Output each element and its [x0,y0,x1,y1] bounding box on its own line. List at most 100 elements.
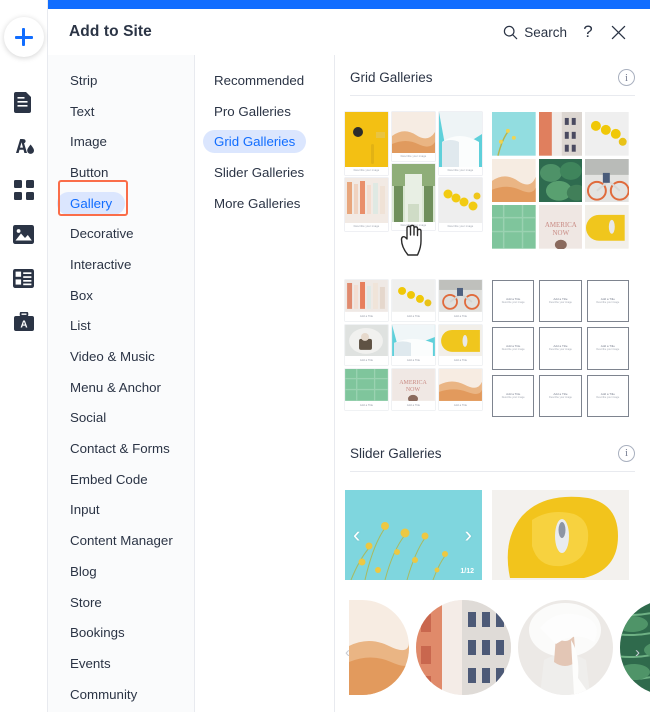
masonry-item: Describe your image [439,112,482,175]
titled-grid-preview: Add a Title Add a Title Add a Title Add … [345,280,482,410]
sidebar-item-events[interactable]: Events [48,648,194,679]
section-header-grid-galleries: Grid Galleries i [335,69,650,86]
thumbnail-image [439,112,482,167]
thumbnail-image [492,205,536,250]
gallery-card-titled-grid[interactable]: Add a Title Add a Title Add a Title Add … [345,280,482,417]
content-manager-icon[interactable] [0,256,48,300]
pages-icon[interactable] [0,80,48,124]
category-label: Content Manager [70,533,173,549]
tab-pro-galleries[interactable]: Pro Galleries [195,96,334,127]
add-to-site-panel: A Add to Site Search ? Strip Text Image … [0,0,650,712]
thumbnail-image [518,599,613,695]
sidebar-item-social[interactable]: Social [48,403,194,434]
slider-prev-arrow[interactable]: ‹ [353,523,360,546]
titled-grid-item: Add a Title [392,280,435,321]
gallery-card-framed-grid[interactable]: Add a Title Describe your image Add a Tit… [492,280,629,417]
sidebar-item-button[interactable]: Button [48,157,194,188]
titled-grid-item: Add a Title [345,280,388,321]
titled-grid-item: Add a Title [345,369,388,410]
tab-more-galleries[interactable]: More Galleries [195,188,334,219]
category-label: Button [70,164,109,180]
thumbnail-image [349,599,409,695]
search-button[interactable]: Search [497,21,573,44]
thumbnail-caption: Describe your image [400,223,427,227]
sidebar-item-contact-forms[interactable]: Contact & Forms [48,433,194,464]
category-label: Video & Music [70,349,155,365]
thumbnail-image [538,158,583,203]
thumbnail-caption: Describe your image [353,224,380,228]
info-icon[interactable]: i [618,69,635,86]
info-icon[interactable]: i [618,444,635,462]
theme-manager-icon[interactable] [0,124,48,168]
thumbnail-image [585,205,630,250]
carousel-circle [518,599,613,695]
carousel-next-arrow[interactable]: › [635,644,640,661]
sidebar-item-box[interactable]: Box [48,280,194,311]
category-label: Strip [70,72,98,88]
thumbnail-image [492,112,536,156]
item-caption: Add a Title [359,358,374,363]
category-label: Embed Code [70,471,148,487]
item-caption: Add a Title [453,403,468,408]
sidebar-item-input[interactable]: Input [48,495,194,526]
close-icon [611,25,625,39]
carousel-prev-arrow[interactable]: ‹ [345,644,350,661]
sidebar-item-strip[interactable]: Strip [48,65,194,96]
sidebar-item-gallery[interactable]: Gallery [48,188,194,219]
sidebar-item-menu-anchor[interactable]: Menu & Anchor [48,372,194,403]
business-tools-icon[interactable]: A [0,300,48,344]
sidebar-item-interactive[interactable]: Interactive [48,249,194,280]
tab-recommended[interactable]: Recommended [195,65,334,96]
sidebar-item-content-manager[interactable]: Content Manager [48,525,194,556]
item-caption: Add a Title [453,358,468,363]
gallery-card-slider[interactable]: ‹ › 1/12 [345,489,482,580]
item-subtitle: Describe your image [596,348,620,352]
add-element-icon[interactable] [3,17,44,57]
svg-text:AMERICA: AMERICA [399,380,427,386]
gallery-row: Describe your image Describe your image … [335,112,650,259]
gallery-card-fullwidth-slider[interactable] [492,489,629,580]
sidebar-item-blog[interactable]: Blog [48,556,194,587]
subcategory-label: Recommended [214,72,305,88]
sidebar-item-decorative[interactable]: Decorative [48,218,194,249]
sidebar-item-text[interactable]: Text [48,96,194,127]
subcategory-label: Grid Galleries [203,130,307,154]
sidebar-item-video-music[interactable]: Video & Music [48,341,194,372]
gallery-card-circular-carousel[interactable]: ‹ › [335,599,650,695]
slider-next-arrow[interactable]: › [465,523,472,546]
sidebar-item-bookings[interactable]: Bookings [48,617,194,648]
category-label: List [70,318,91,334]
thumbnail-image [492,489,629,580]
gallery-card-masonry[interactable]: Describe your image Describe your image … [345,112,482,259]
item-caption: Add a Title [406,403,421,408]
media-icon[interactable] [0,212,48,256]
tab-grid-galleries[interactable]: Grid Galleries [195,126,334,157]
framed-item: Add a Title Describe your image [492,374,535,417]
square-grid-preview: AMERICA NOW [492,112,630,250]
gallery-results[interactable]: Grid Galleries i Describe your image Des… [335,55,650,712]
masonry-preview: Describe your image Describe your image … [345,112,482,259]
sidebar-item-list[interactable]: List [48,311,194,342]
category-label: Menu & Anchor [70,379,161,395]
category-label: Bookings [70,625,125,641]
gallery-row: Add a Title Add a Title Add a Title Add … [335,280,650,417]
sidebar-item-store[interactable]: Store [48,587,194,618]
gallery-card-square-grid[interactable]: AMERICA NOW [492,112,630,259]
sidebar-item-community[interactable]: Community [48,679,194,710]
help-button[interactable]: ? [573,17,603,47]
category-label: Interactive [70,256,132,272]
masonry-item: Describe your image [345,112,388,175]
gallery-row: ‹ › 1/12 [335,489,650,580]
thumbnail-image [392,164,435,222]
sidebar-item-embed-code[interactable]: Embed Code [48,464,194,495]
svg-text:A: A [20,319,27,330]
section-title: Grid Galleries [350,70,433,85]
masonry-item: Describe your image [392,164,435,230]
close-button[interactable] [603,17,633,47]
tab-slider-galleries[interactable]: Slider Galleries [195,157,334,188]
sidebar-item-image[interactable]: Image [48,126,194,157]
item-subtitle: Describe your image [549,348,572,352]
framed-item: Add a Title Describe your image [539,327,582,370]
apps-icon[interactable] [0,168,48,212]
thumbnail-image [492,158,536,203]
